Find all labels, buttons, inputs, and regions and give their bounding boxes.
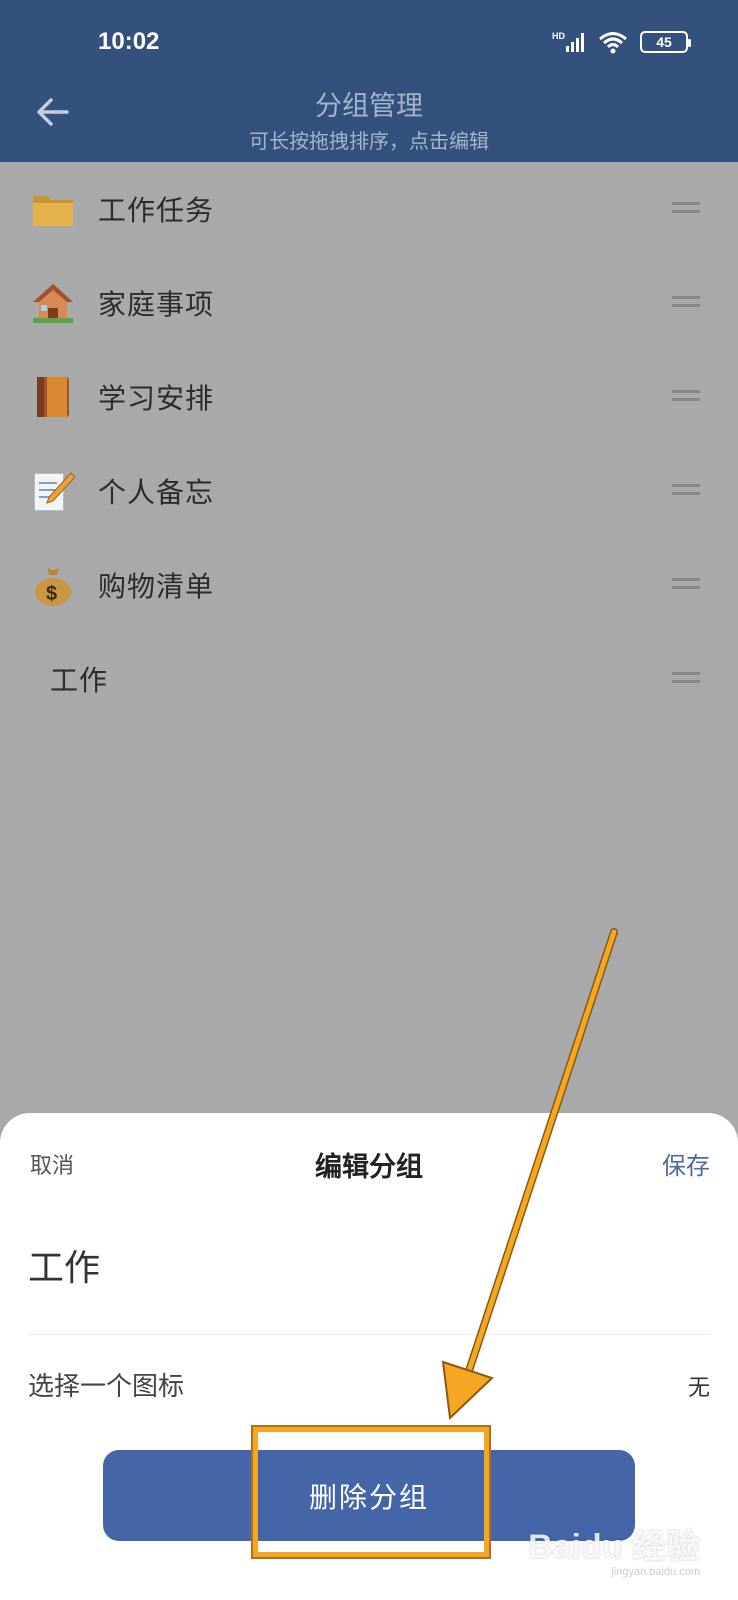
drag-handle-icon[interactable]	[672, 672, 700, 683]
choose-icon-value[interactable]: 无	[688, 1370, 710, 1402]
save-button[interactable]: 保存	[662, 1146, 710, 1181]
group-list: 工作任务 家庭事项 学习安排 个人备忘 $ 购物清单 工作	[0, 162, 738, 726]
group-item-home[interactable]: 家庭事项	[0, 256, 738, 350]
group-item-memo[interactable]: 个人备忘	[0, 444, 738, 538]
group-item-study[interactable]: 学习安排	[0, 350, 738, 444]
sheet-title: 编辑分组	[315, 1152, 423, 1183]
folder-icon	[28, 184, 78, 234]
watermark-main: Baidu 经验	[528, 1528, 700, 1566]
drag-handle-icon[interactable]	[672, 390, 700, 401]
group-item-work-tasks[interactable]: 工作任务	[0, 162, 738, 256]
wifi-icon	[599, 32, 627, 54]
divider	[28, 1334, 710, 1335]
drag-handle-icon[interactable]	[672, 202, 700, 213]
watermark-sub: jingyan.baidu.com	[611, 1566, 700, 1578]
memo-icon	[28, 466, 78, 516]
group-label: 家庭事项	[98, 288, 215, 321]
group-name-input[interactable]: 工作	[28, 1239, 100, 1291]
status-icons: HD 45	[552, 30, 691, 54]
signal-icon: HD	[552, 31, 584, 52]
book-icon	[28, 372, 78, 422]
drag-handle-icon[interactable]	[672, 296, 700, 307]
group-item-work[interactable]: 工作	[0, 632, 738, 726]
group-item-shopping[interactable]: $ 购物清单	[0, 538, 738, 632]
choose-icon-label[interactable]: 选择一个图标	[28, 1366, 184, 1403]
drag-handle-icon[interactable]	[672, 484, 700, 495]
svg-text:HD: HD	[552, 31, 565, 41]
svg-text:$: $	[46, 583, 57, 605]
page-title: 分组管理	[315, 91, 423, 122]
drag-handle-icon[interactable]	[672, 578, 700, 589]
page-subtitle: 可长按拖拽排序，点击编辑	[249, 129, 489, 153]
group-label: 工作任务	[98, 194, 215, 227]
group-label: 学习安排	[98, 382, 215, 415]
money-bag-icon: $	[28, 560, 78, 610]
group-label: 工作	[50, 664, 109, 697]
baidu-watermark: Baidu 经验 jingyan.baidu.com	[528, 1519, 700, 1578]
battery-icon: 45	[640, 31, 691, 53]
highlight-box	[251, 1425, 491, 1559]
group-label: 购物清单	[98, 570, 215, 603]
group-label: 个人备忘	[98, 476, 215, 509]
house-icon	[28, 278, 78, 328]
status-time: 10:02	[98, 28, 160, 55]
app-header: 10:02 HD 45 分组管理 可长按拖拽排序，点击编辑	[0, 0, 738, 162]
